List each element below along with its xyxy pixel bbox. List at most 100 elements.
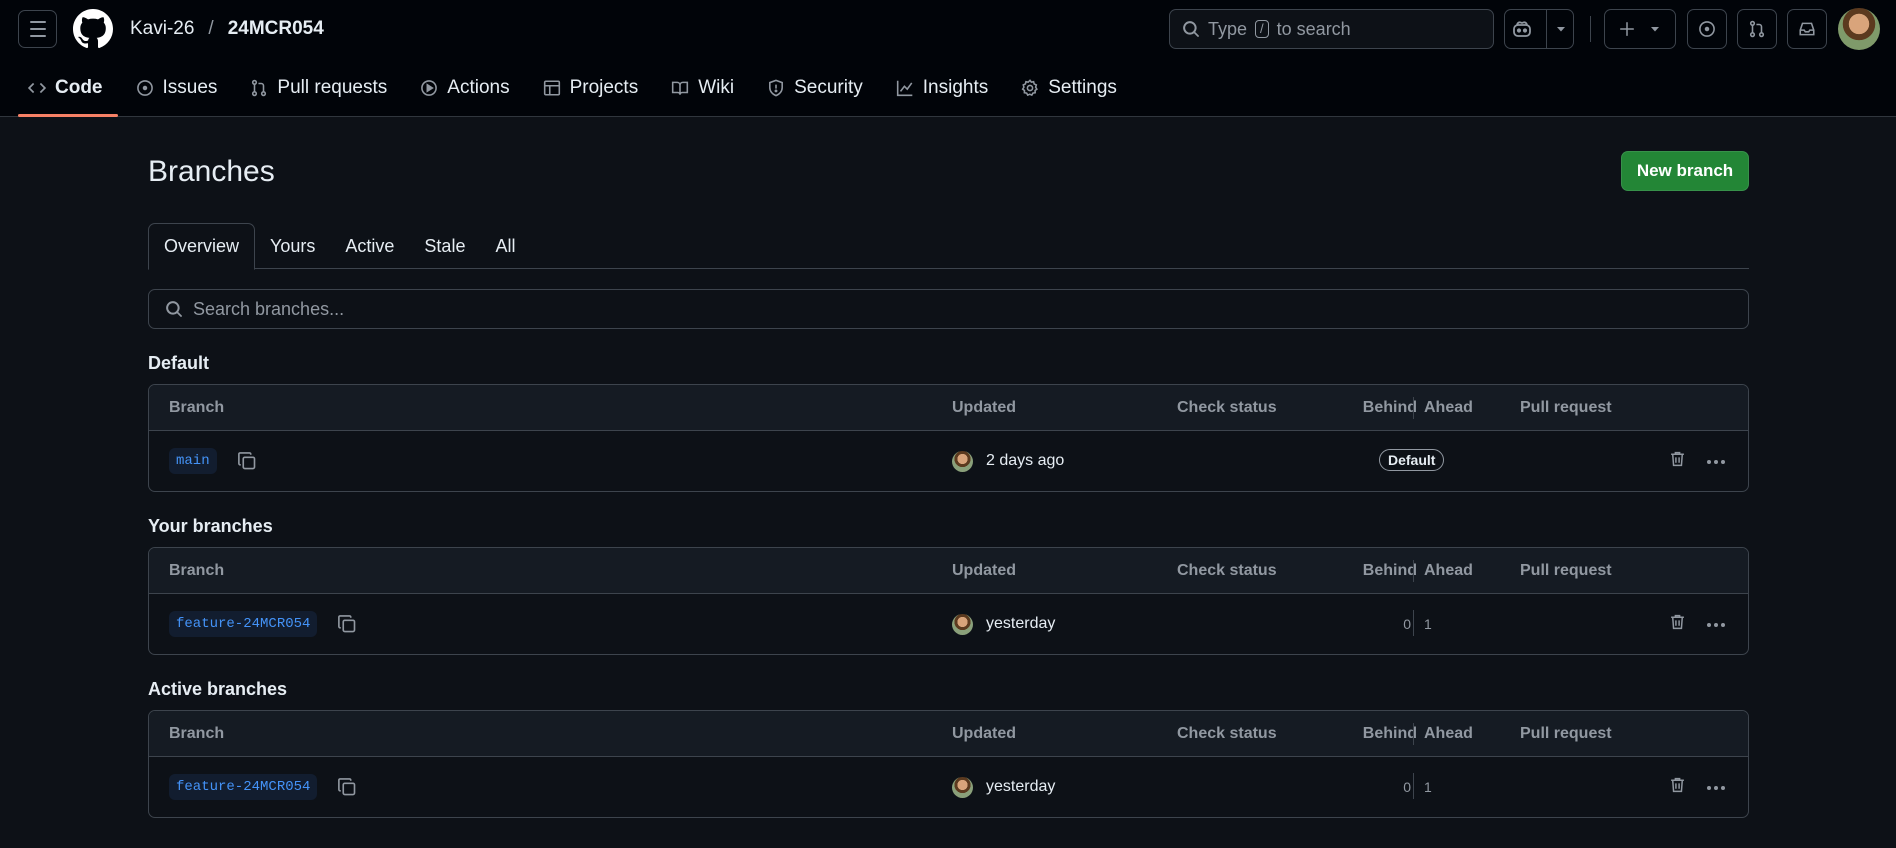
create-new-button[interactable] <box>1604 9 1676 49</box>
breadcrumb: Kavi-26 / 24MCR054 <box>130 18 324 40</box>
breadcrumb-owner[interactable]: Kavi-26 <box>130 18 194 40</box>
hamburger-icon <box>29 21 46 23</box>
branch-search-input[interactable]: Search branches... <box>148 289 1749 329</box>
search-shortcut-key: / <box>1255 20 1269 38</box>
col-ahead: Ahead <box>1424 398 1473 416</box>
col-branch: Branch <box>169 561 225 579</box>
menu-button[interactable] <box>18 10 57 48</box>
col-pull-request: Pull request <box>1520 561 1612 579</box>
play-icon <box>420 79 438 97</box>
tab-security[interactable]: Security <box>752 64 878 112</box>
tab-actions[interactable]: Actions <box>405 64 524 112</box>
shield-icon <box>767 79 785 97</box>
col-updated: Updated <box>952 398 1016 416</box>
default-branches-table: Branch Updated Check status Behind Ahead… <box>148 384 1749 492</box>
repo-nav: Code Issues Pull requests Actions Projec… <box>0 64 1132 117</box>
tab-label: Code <box>55 77 103 98</box>
gear-icon <box>1021 79 1039 97</box>
book-icon <box>671 79 689 97</box>
branch-name-link[interactable]: feature-24MCR054 <box>169 774 318 800</box>
table-header: Branch Updated Check status Behind Ahead… <box>149 711 1748 757</box>
tab-label: Pull requests <box>277 77 388 98</box>
copy-icon[interactable] <box>237 451 257 471</box>
search-suffix: to search <box>1276 18 1351 39</box>
active-branches-table: Branch Updated Check status Behind Ahead… <box>148 710 1749 818</box>
kebab-horizontal-icon[interactable] <box>1706 778 1726 796</box>
issue-icon <box>136 79 154 97</box>
tab-label: Wiki <box>698 77 735 98</box>
col-ahead: Ahead <box>1424 724 1473 742</box>
copy-icon[interactable] <box>337 614 357 634</box>
default-badge: Default <box>1379 449 1445 471</box>
branch-name-link[interactable]: main <box>169 448 217 474</box>
tab-all[interactable]: All <box>480 223 530 269</box>
github-logo-icon[interactable] <box>73 9 113 49</box>
issues-button[interactable] <box>1687 9 1727 49</box>
tab-active[interactable]: Active <box>330 223 409 269</box>
search-icon <box>166 301 182 317</box>
tab-label: Issues <box>162 77 218 98</box>
col-ahead: Ahead <box>1424 561 1473 579</box>
author-avatar[interactable] <box>952 613 973 635</box>
trash-icon[interactable] <box>1669 450 1686 473</box>
col-branch: Branch <box>169 724 225 742</box>
branch-name-link[interactable]: feature-24MCR054 <box>169 611 318 637</box>
branch-tabs: Overview Yours Active Stale All <box>148 223 1749 270</box>
page-title: Branches <box>148 155 275 188</box>
pull-request-icon <box>1749 20 1765 38</box>
tab-pull-requests[interactable]: Pull requests <box>235 64 402 112</box>
inbox-icon <box>1799 22 1815 36</box>
tab-insights[interactable]: Insights <box>881 64 1003 112</box>
table-header: Branch Updated Check status Behind Ahead… <box>149 385 1748 431</box>
tab-projects[interactable]: Projects <box>528 64 654 112</box>
tab-label: Insights <box>922 77 989 98</box>
section-title-yours: Your branches <box>148 516 273 536</box>
behind-ahead-divider <box>1413 723 1414 745</box>
issue-icon <box>1699 21 1715 37</box>
behind-ahead-divider <box>1413 397 1414 419</box>
app-header: Kavi-26 / 24MCR054 Type / to search Code… <box>0 0 1896 117</box>
table-header: Branch Updated Check status Behind Ahead… <box>149 548 1748 594</box>
pull-requests-button[interactable] <box>1737 9 1777 49</box>
col-updated: Updated <box>952 561 1016 579</box>
new-branch-button[interactable]: New branch <box>1621 151 1749 191</box>
global-search-input[interactable]: Type / to search <box>1169 9 1494 49</box>
col-behind: Behind <box>1362 724 1417 742</box>
col-branch: Branch <box>169 398 225 416</box>
section-title-default: Default <box>148 353 210 373</box>
search-icon <box>1183 21 1199 37</box>
trash-icon[interactable] <box>1669 613 1686 636</box>
author-avatar[interactable] <box>952 776 973 798</box>
tab-overview[interactable]: Overview <box>148 223 256 270</box>
branch-search-placeholder: Search branches... <box>193 298 345 319</box>
copilot-icon <box>1512 21 1531 37</box>
kebab-horizontal-icon[interactable] <box>1706 452 1726 470</box>
copy-icon[interactable] <box>337 777 357 797</box>
updated-time: 2 days ago <box>986 452 1065 469</box>
trash-icon[interactable] <box>1669 776 1686 799</box>
author-avatar[interactable] <box>952 450 973 472</box>
tab-yours[interactable]: Yours <box>255 223 330 269</box>
tab-wiki[interactable]: Wiki <box>656 64 749 112</box>
tab-issues[interactable]: Issues <box>121 64 233 112</box>
graph-icon <box>896 79 914 97</box>
header-divider <box>1590 16 1591 42</box>
tab-code[interactable]: Code <box>18 64 118 117</box>
tab-stale[interactable]: Stale <box>409 223 480 269</box>
user-avatar[interactable] <box>1838 8 1880 50</box>
tab-settings[interactable]: Settings <box>1006 64 1132 112</box>
code-icon <box>28 79 46 97</box>
plus-icon <box>1620 22 1634 36</box>
behind-count: 0 <box>1403 779 1411 795</box>
section-title-active: Active branches <box>148 679 288 699</box>
breadcrumb-repo[interactable]: 24MCR054 <box>228 18 324 40</box>
tab-label: Settings <box>1048 77 1117 98</box>
chevron-down-icon <box>1556 27 1565 32</box>
kebab-horizontal-icon[interactable] <box>1706 615 1726 633</box>
tab-label: Projects <box>569 77 639 98</box>
behind-count: 0 <box>1403 616 1411 632</box>
inbox-button[interactable] <box>1787 9 1827 49</box>
col-updated: Updated <box>952 724 1016 742</box>
copilot-button[interactable] <box>1504 9 1574 49</box>
table-row: feature-24MCR054 yesterday 0 1 <box>149 757 1748 817</box>
